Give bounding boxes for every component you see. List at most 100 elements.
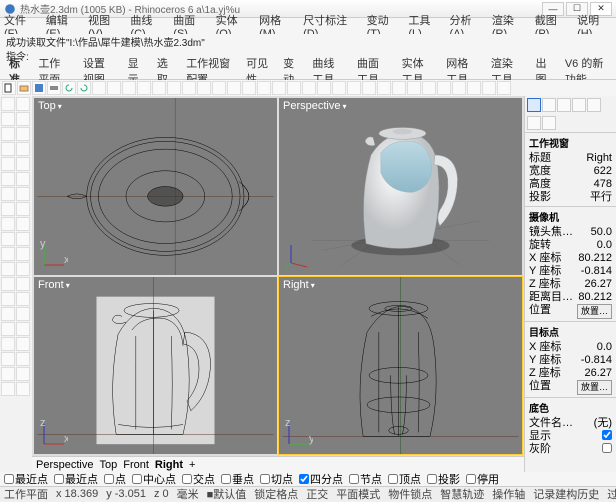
prop-value[interactable]: 26.27	[584, 278, 612, 291]
tool-icon[interactable]	[1, 232, 15, 246]
viewport-label[interactable]: Right	[283, 279, 309, 291]
tool-icon[interactable]	[1, 262, 15, 276]
chevron-down-icon[interactable]: ▾	[66, 281, 70, 290]
status-gumball[interactable]: 操作轴	[492, 486, 525, 502]
tool-icon[interactable]	[16, 382, 30, 396]
properties-icon[interactable]	[527, 98, 541, 112]
render-icon[interactable]	[542, 98, 556, 112]
toolbar-icon[interactable]	[182, 81, 196, 95]
undo-icon[interactable]	[62, 81, 76, 95]
toolbar-icon[interactable]	[272, 81, 286, 95]
status-layer[interactable]: ■默认值	[207, 486, 247, 502]
viewport-perspective[interactable]: Perspective▾	[279, 98, 522, 275]
toolbar-icon[interactable]	[317, 81, 331, 95]
tab-top[interactable]: Top	[99, 459, 117, 471]
viewport-label[interactable]: Perspective	[283, 100, 340, 112]
tool-icon[interactable]	[1, 292, 15, 306]
tool-icon[interactable]	[16, 352, 30, 366]
toolbar-icon[interactable]	[287, 81, 301, 95]
toolbar-icon[interactable]	[377, 81, 391, 95]
toolbar-icon[interactable]	[482, 81, 496, 95]
camera-icon[interactable]	[542, 116, 556, 130]
prop-value[interactable]: 50.0	[591, 226, 612, 239]
tool-icon[interactable]	[1, 352, 15, 366]
status-planar[interactable]: 平面模式	[336, 486, 380, 502]
prop-value[interactable]: 26.27	[584, 367, 612, 380]
prop-value[interactable]: Right	[586, 152, 612, 165]
tool-icon[interactable]	[16, 112, 30, 126]
tool-icon[interactable]	[16, 127, 30, 141]
tool-icon[interactable]	[16, 97, 30, 111]
toolbar-icon[interactable]	[407, 81, 421, 95]
toolbar-icon[interactable]	[107, 81, 121, 95]
layers-icon[interactable]	[572, 98, 586, 112]
toolbar-icon[interactable]	[362, 81, 376, 95]
tool-icon[interactable]	[16, 292, 30, 306]
chevron-down-icon[interactable]: ▾	[58, 102, 62, 111]
tool-icon[interactable]	[16, 187, 30, 201]
tab-perspective[interactable]: Perspective	[36, 459, 93, 471]
toolbar-icon[interactable]	[197, 81, 211, 95]
status-gridsnap[interactable]: 锁定格点	[254, 486, 298, 502]
prop-value[interactable]: 0.0	[597, 341, 612, 354]
status-history[interactable]: 记录建构历史	[533, 486, 599, 502]
viewport-label[interactable]: Front	[38, 279, 64, 291]
place-button[interactable]: 放置…	[577, 304, 612, 319]
toolbar-icon[interactable]	[422, 81, 436, 95]
chevron-down-icon[interactable]: ▾	[311, 281, 315, 290]
tool-icon[interactable]	[1, 277, 15, 291]
prop-value[interactable]: 80.212	[578, 291, 612, 304]
tool-icon[interactable]	[16, 232, 30, 246]
status-ortho[interactable]: 正交	[306, 486, 328, 502]
prop-value[interactable]: 622	[594, 165, 612, 178]
tool-icon[interactable]	[16, 262, 30, 276]
status-osnap[interactable]: 物件锁点	[388, 486, 432, 502]
tool-icon[interactable]	[1, 247, 15, 261]
tool-icon[interactable]	[1, 367, 15, 381]
tool-icon[interactable]	[16, 157, 30, 171]
tool-icon[interactable]	[1, 172, 15, 186]
tool-icon[interactable]	[1, 202, 15, 216]
viewport-front[interactable]: Front▾	[34, 277, 277, 454]
prop-value[interactable]: -0.814	[581, 354, 612, 367]
tool-icon[interactable]	[1, 157, 15, 171]
toolbar-icon[interactable]	[167, 81, 181, 95]
prop-value[interactable]: 0.0	[597, 239, 612, 252]
save-icon[interactable]	[32, 81, 46, 95]
toolbar-icon[interactable]	[347, 81, 361, 95]
tool-icon[interactable]	[1, 127, 15, 141]
osnap-item[interactable]: 中心点	[132, 471, 176, 487]
tool-icon[interactable]	[16, 217, 30, 231]
toolbar-icon[interactable]	[392, 81, 406, 95]
materials-icon[interactable]	[557, 98, 571, 112]
toolbar-icon[interactable]	[122, 81, 136, 95]
viewport-label[interactable]: Top	[38, 100, 56, 112]
prop-value[interactable]: 478	[594, 178, 612, 191]
toolbar-icon[interactable]	[467, 81, 481, 95]
osnap-item[interactable]: 最近点	[54, 471, 98, 487]
print-icon[interactable]	[47, 81, 61, 95]
redo-icon[interactable]	[77, 81, 91, 95]
toolbar-icon[interactable]	[227, 81, 241, 95]
tool-icon[interactable]	[16, 142, 30, 156]
toolbar-icon[interactable]	[242, 81, 256, 95]
tool-icon[interactable]	[16, 322, 30, 336]
gray-checkbox[interactable]	[602, 443, 612, 453]
tool-icon[interactable]	[16, 247, 30, 261]
tool-icon[interactable]	[1, 382, 15, 396]
prop-value[interactable]: 80.212	[578, 252, 612, 265]
viewport-props-icon[interactable]	[527, 116, 541, 130]
tab-front[interactable]: Front	[123, 459, 149, 471]
toolbar-icon[interactable]	[452, 81, 466, 95]
tool-icon[interactable]	[16, 277, 30, 291]
prop-value[interactable]: 平行	[590, 191, 612, 204]
tool-icon[interactable]	[1, 337, 15, 351]
tool-icon[interactable]	[1, 217, 15, 231]
tool-icon[interactable]	[1, 112, 15, 126]
toolbar-icon[interactable]	[302, 81, 316, 95]
prop-value[interactable]: -0.814	[581, 265, 612, 278]
toolbar-icon[interactable]	[437, 81, 451, 95]
viewport-right[interactable]: Right▾	[279, 277, 522, 454]
viewport-top[interactable]: Top▾ xy	[34, 98, 277, 275]
tool-icon[interactable]	[1, 322, 15, 336]
